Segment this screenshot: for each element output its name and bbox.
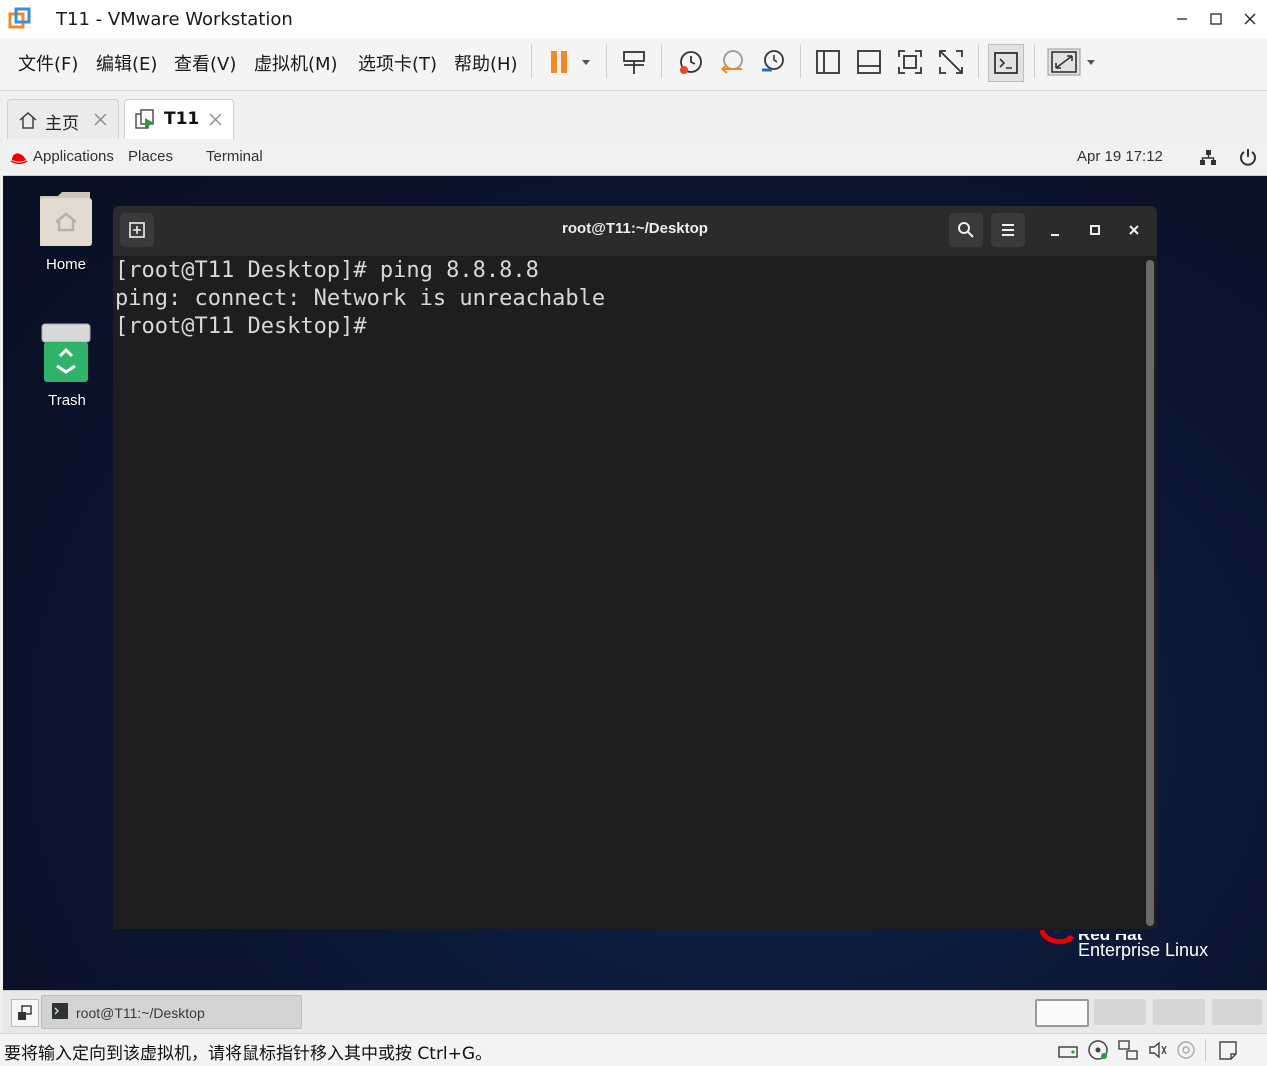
terminal-scrollbar[interactable] — [1146, 260, 1154, 926]
pause-icon — [551, 51, 590, 73]
close-icon[interactable] — [1128, 224, 1140, 236]
menu-edit[interactable]: 编辑(E) — [96, 50, 157, 76]
minimize-icon[interactable] — [1049, 226, 1061, 238]
show-library-button[interactable] — [811, 44, 845, 80]
workspace-1[interactable] — [1035, 999, 1089, 1027]
pause-button[interactable] — [541, 44, 597, 80]
status-separator — [1205, 1039, 1206, 1061]
menu-file[interactable]: 文件(F) — [18, 50, 78, 76]
toolbar-separator — [661, 44, 662, 78]
workspace-4[interactable] — [1212, 999, 1262, 1025]
cd-dvd-icon[interactable] — [1087, 1039, 1109, 1061]
revert-snapshot-button[interactable] — [715, 44, 749, 80]
clock[interactable]: Apr 19 17:12 — [1077, 148, 1163, 165]
network-icon[interactable] — [1199, 149, 1217, 167]
console-icon — [994, 52, 1018, 74]
usb-device-icon[interactable] — [1175, 1039, 1197, 1061]
show-desktop-icon — [18, 1005, 32, 1020]
toolbar-separator — [800, 44, 801, 78]
applications-menu[interactable]: Applications — [33, 148, 114, 165]
revert-snapshot-icon — [721, 50, 743, 74]
stretch-guest-button[interactable] — [1044, 44, 1098, 80]
maximize-button[interactable] — [1199, 4, 1233, 34]
stretch-icon — [1047, 48, 1095, 76]
window-title: T11 - VMware Workstation — [56, 9, 293, 30]
trash-label[interactable]: Trash — [27, 392, 107, 409]
trash-icon[interactable] — [40, 322, 92, 384]
workspace-2[interactable] — [1094, 999, 1146, 1025]
minimize-button[interactable] — [1165, 4, 1199, 34]
redhat-fedora-icon — [10, 153, 28, 164]
sound-icon[interactable] — [1147, 1039, 1169, 1061]
close-icon — [1244, 13, 1256, 25]
toolbar-separator — [978, 44, 979, 78]
menu-vm[interactable]: 虚拟机(M) — [254, 50, 338, 76]
taskbar-item-label: root@T11:~/Desktop — [76, 1005, 205, 1021]
terminal-icon — [52, 1003, 68, 1019]
status-message: 要将输入定向到该虚拟机，请将鼠标指针移入其中或按 Ctrl+G。 — [4, 1044, 493, 1064]
search-icon — [958, 222, 974, 238]
full-screen-icon — [898, 50, 922, 74]
console-view-button[interactable] — [988, 44, 1024, 82]
minimize-icon — [1177, 18, 1187, 20]
library-panel-icon — [816, 50, 840, 74]
places-menu[interactable]: Places — [128, 148, 173, 165]
tab-home[interactable]: 主页 — [7, 99, 119, 140]
menu-tabs[interactable]: 选项卡(T) — [358, 50, 437, 76]
full-screen-button[interactable] — [893, 44, 927, 80]
maximize-icon — [1210, 13, 1222, 25]
snapshot-clock-icon — [680, 51, 702, 74]
close-window-button[interactable] — [1233, 4, 1267, 34]
take-snapshot-button[interactable] — [673, 44, 707, 80]
thumbnail-bar-icon — [857, 50, 881, 74]
redhat-logo-icon — [1040, 929, 1074, 945]
maximize-icon[interactable] — [1089, 224, 1101, 236]
hard-disk-icon[interactable] — [1057, 1039, 1079, 1061]
keyboard-send-icon — [623, 51, 645, 74]
terminal-app-menu[interactable]: Terminal — [206, 148, 263, 165]
terminal-line: ping: connect: Network is unreachable — [115, 286, 606, 311]
terminal-prompt[interactable]: [root@T11 Desktop]# — [115, 314, 367, 339]
snapshot-manager-icon — [762, 50, 784, 72]
unity-mode-button[interactable] — [934, 44, 968, 80]
home-folder-icon[interactable] — [38, 188, 94, 248]
tab-t11-label: T11 — [164, 109, 200, 129]
toolbar-separator — [606, 44, 607, 78]
close-tab-icon[interactable] — [209, 113, 222, 126]
brand-product: Enterprise Linux — [1078, 940, 1209, 960]
terminal-line: [root@T11 Desktop]# ping 8.8.8.8 — [115, 258, 539, 283]
hamburger-menu-button[interactable] — [991, 213, 1025, 247]
toolbar-separator — [531, 44, 532, 78]
menu-view[interactable]: 查看(V) — [174, 50, 236, 76]
home-label[interactable]: Home — [26, 256, 106, 273]
vm-running-icon — [135, 109, 154, 129]
power-icon[interactable] — [1239, 148, 1257, 166]
workspace-3[interactable] — [1153, 999, 1205, 1025]
message-log-icon[interactable] — [1217, 1039, 1239, 1061]
hamburger-icon — [1002, 224, 1014, 236]
show-thumbnail-bar-button[interactable] — [852, 44, 886, 80]
network-adapter-icon[interactable] — [1117, 1039, 1139, 1061]
tab-t11[interactable]: T11 — [124, 99, 234, 140]
toolbar-separator — [1034, 44, 1035, 78]
menu-help[interactable]: 帮助(H) — [454, 50, 518, 76]
unity-mode-icon — [939, 50, 963, 74]
show-desktop-button[interactable] — [11, 999, 39, 1027]
search-button[interactable] — [949, 213, 983, 247]
send-ctrl-alt-del-button[interactable] — [617, 44, 651, 80]
close-tab-icon[interactable] — [94, 113, 107, 126]
tab-home-label: 主页 — [45, 114, 79, 134]
home-icon — [19, 112, 37, 129]
snapshot-manager-button[interactable] — [756, 44, 790, 80]
vmware-logo-icon — [8, 7, 32, 31]
